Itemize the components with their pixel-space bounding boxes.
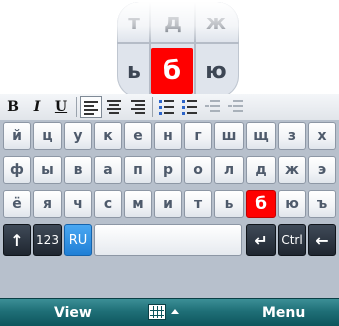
key[interactable]: х — [308, 122, 336, 150]
align-center-icon[interactable] — [103, 96, 125, 118]
soft-key-bar: View Menu — [0, 298, 339, 326]
key[interactable]: я — [33, 190, 62, 218]
magnifier-key: ю — [205, 58, 227, 84]
key[interactable]: в — [64, 156, 92, 184]
key[interactable]: ц — [33, 122, 62, 150]
key[interactable]: а — [94, 156, 122, 184]
numbers-key[interactable]: 123 — [33, 224, 62, 256]
increase-indent-icon[interactable] — [225, 96, 247, 118]
language-key[interactable]: RU — [64, 224, 92, 256]
key[interactable]: й — [3, 122, 31, 150]
key[interactable]: ы — [33, 156, 62, 184]
bold-button[interactable]: B — [2, 96, 24, 118]
toolbar-divider — [76, 97, 77, 117]
key[interactable]: ю — [278, 190, 306, 218]
ctrl-key[interactable]: Ctrl — [278, 224, 306, 256]
menu-softkey[interactable]: Menu — [262, 299, 305, 326]
key-highlighted[interactable]: б — [246, 190, 276, 218]
key[interactable]: ъ — [308, 190, 336, 218]
align-right-icon[interactable] — [126, 96, 148, 118]
key[interactable]: и — [154, 190, 182, 218]
magnifier-key: ь — [127, 58, 141, 84]
key[interactable]: ё — [3, 190, 31, 218]
key[interactable]: о — [184, 156, 212, 184]
key[interactable]: ч — [64, 190, 92, 218]
key[interactable]: у — [64, 122, 92, 150]
magnifier-key: д — [164, 9, 182, 35]
caret-up-icon[interactable] — [171, 309, 179, 314]
key[interactable]: ь — [214, 190, 244, 218]
enter-key[interactable]: ↵ — [246, 224, 276, 256]
bulleted-list-icon[interactable] — [179, 96, 201, 118]
key[interactable]: ш — [214, 122, 244, 150]
key[interactable]: э — [308, 156, 336, 184]
key[interactable]: л — [214, 156, 244, 184]
key[interactable]: ж — [278, 156, 306, 184]
numbered-list-icon[interactable] — [156, 96, 178, 118]
key[interactable]: п — [124, 156, 152, 184]
key[interactable]: с — [94, 190, 122, 218]
key[interactable]: д — [246, 156, 276, 184]
shift-key[interactable]: ↑ — [3, 224, 31, 256]
align-left-icon[interactable] — [80, 96, 102, 118]
key[interactable]: щ — [246, 122, 276, 150]
key-preview-magnifier: т д ж ь б ю — [117, 2, 239, 98]
keyboard-function-row: ↑ 123 RU ↵ Ctrl ← — [3, 224, 336, 256]
view-softkey[interactable]: View — [54, 299, 92, 326]
soft-keyboard: й ц у к е н г ш щ з х ф ы в а п р о л д … — [0, 120, 339, 298]
key[interactable]: т — [184, 190, 212, 218]
key[interactable]: ф — [3, 156, 31, 184]
magnifier-key: т — [128, 10, 140, 34]
key[interactable]: з — [278, 122, 306, 150]
key[interactable]: н — [154, 122, 182, 150]
magnifier-key: ж — [206, 10, 226, 34]
magnifier-key-highlighted: б — [151, 48, 193, 94]
key[interactable]: р — [154, 156, 182, 184]
keyboard-icon[interactable] — [148, 304, 166, 320]
backspace-key[interactable]: ← — [308, 224, 336, 256]
key[interactable]: г — [184, 122, 212, 150]
decrease-indent-icon[interactable] — [202, 96, 224, 118]
format-toolbar: B I U — [0, 94, 339, 120]
italic-button[interactable]: I — [26, 96, 48, 118]
space-key[interactable] — [94, 224, 242, 256]
key[interactable]: е — [124, 122, 152, 150]
toolbar-divider — [152, 97, 153, 117]
underline-button[interactable]: U — [50, 96, 72, 118]
numbers-key-label: 123 — [36, 233, 59, 247]
key[interactable]: м — [124, 190, 152, 218]
key[interactable]: к — [94, 122, 122, 150]
